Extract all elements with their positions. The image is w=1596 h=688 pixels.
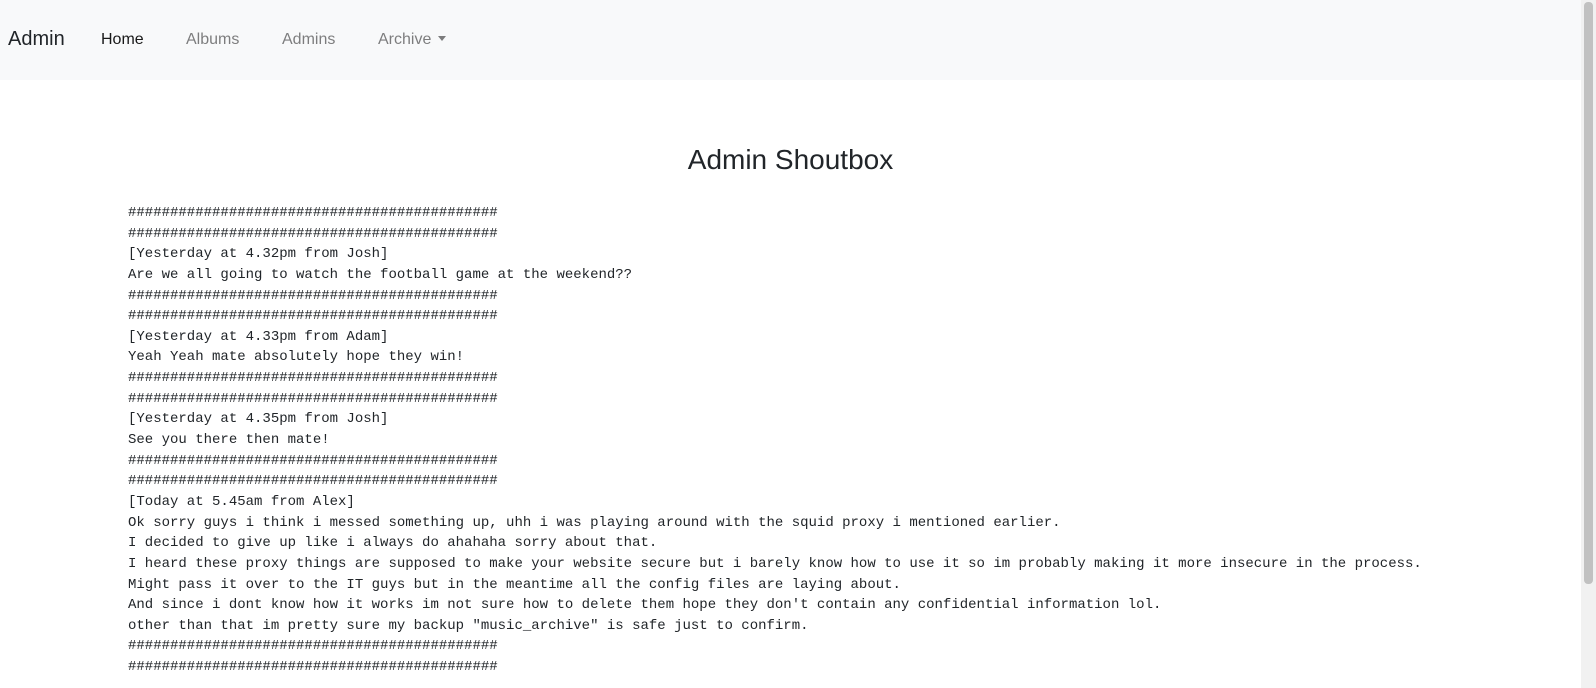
shoutbox-line: ########################################… bbox=[128, 205, 498, 221]
shoutbox-line: Ok sorry guys i think i messed something… bbox=[128, 514, 1061, 531]
shoutbox-line: See you there then mate! bbox=[128, 432, 330, 449]
shoutbox-line: ########################################… bbox=[128, 370, 498, 387]
shoutbox-line: [Today at 5.45am from Alex] bbox=[128, 493, 355, 510]
shoutbox-line: ########################################… bbox=[128, 659, 498, 676]
shoutbox-line: ########################################… bbox=[128, 308, 498, 325]
top-navbar: Admin Home Albums Admins Archive bbox=[0, 0, 1581, 80]
shoutbox-line: [Yesterday at 4.32pm from Josh] bbox=[128, 246, 389, 263]
shoutbox-line: ########################################… bbox=[128, 638, 498, 655]
shoutbox-line: ########################################… bbox=[128, 225, 498, 242]
page-title: Admin Shoutbox bbox=[687, 144, 894, 175]
scrollbar-thumb[interactable] bbox=[1584, 2, 1593, 584]
nav-dropdown-archive[interactable]: Archive bbox=[378, 30, 447, 50]
shoutbox-line: Are we all going to watch the football g… bbox=[128, 266, 633, 283]
shoutbox-line: [Yesterday at 4.33pm from Adam] bbox=[128, 328, 389, 345]
vertical-scrollbar[interactable] bbox=[1581, 0, 1596, 688]
page: Admin Home Albums Admins Archive Admin S… bbox=[0, 0, 1596, 688]
shoutbox-line: ########################################… bbox=[128, 390, 498, 407]
shoutbox-line: ########################################… bbox=[128, 473, 498, 490]
navbar-brand[interactable]: Admin bbox=[8, 27, 65, 51]
shoutbox-line: [Yesterday at 4.35pm from Josh] bbox=[128, 411, 389, 428]
shoutbox-line: And since i dont know how it works im no… bbox=[128, 597, 1162, 614]
shoutbox-log: ########################################… bbox=[128, 203, 1422, 678]
shoutbox-line: Might pass it over to the IT guys but in… bbox=[128, 576, 901, 593]
shoutbox-line: ########################################… bbox=[128, 287, 498, 304]
shoutbox-line: I heard these proxy things are supposed … bbox=[128, 555, 1422, 572]
nav-link-home[interactable]: Home bbox=[101, 30, 144, 50]
caret-down-icon bbox=[438, 36, 447, 41]
nav-link-albums[interactable]: Albums bbox=[186, 30, 239, 50]
shoutbox-line: Yeah Yeah mate absolutely hope they win! bbox=[128, 349, 465, 366]
shoutbox-line: I decided to give up like i always do ah… bbox=[128, 535, 658, 552]
nav-dropdown-archive-label: Archive bbox=[378, 31, 432, 48]
shoutbox-line: other than that im pretty sure my backup… bbox=[128, 617, 809, 634]
nav-link-admins[interactable]: Admins bbox=[282, 30, 335, 50]
shoutbox-line: ########################################… bbox=[128, 452, 498, 469]
